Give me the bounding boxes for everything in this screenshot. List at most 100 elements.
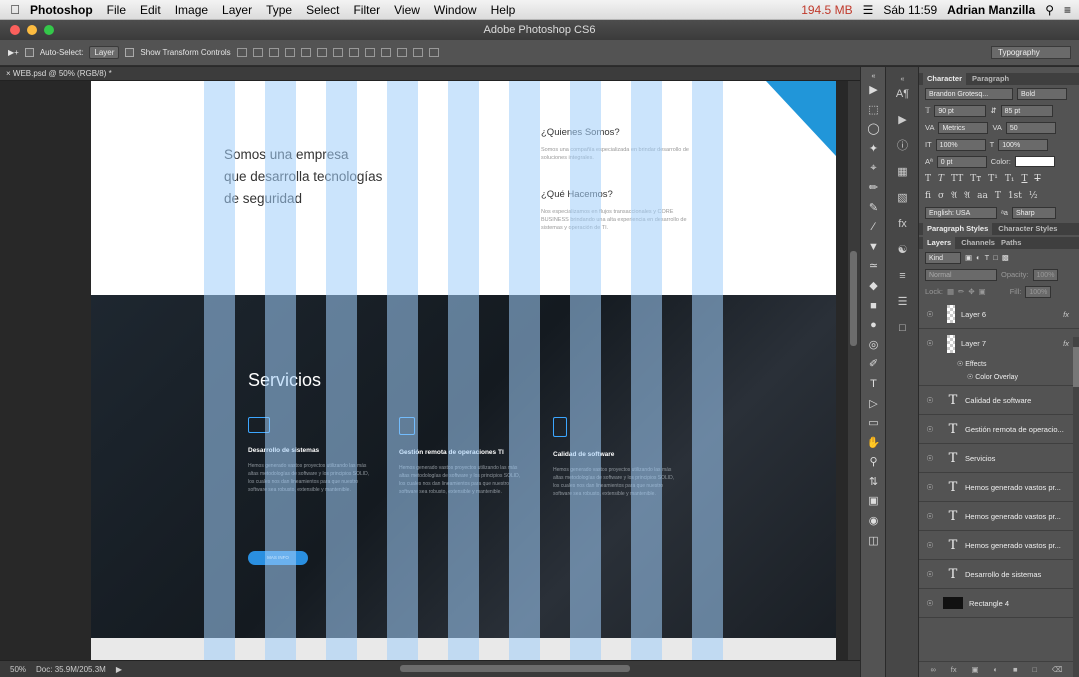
info-icon[interactable]: ⓘ bbox=[886, 133, 919, 159]
zoom-level[interactable]: 50% bbox=[10, 665, 26, 674]
brush-tool-icon[interactable]: ∕ bbox=[861, 218, 886, 238]
fractions-button[interactable]: ½ bbox=[1029, 191, 1038, 201]
kerning-field[interactable]: Metrics bbox=[938, 121, 989, 134]
canvas-area[interactable]: Somos una empresa que desarrolla tecnolo… bbox=[0, 81, 848, 660]
subscript-button[interactable]: T₁ bbox=[1005, 174, 1015, 184]
add-mask-icon[interactable]: ▣ bbox=[972, 665, 979, 674]
lock-transparent-icon[interactable]: ▦ bbox=[947, 287, 954, 296]
align-top-icon[interactable] bbox=[236, 48, 247, 57]
shape-tool-icon[interactable]: ▭ bbox=[861, 414, 886, 434]
sliders-icon[interactable]: ≡ bbox=[886, 263, 919, 289]
blur-tool-icon[interactable]: ● bbox=[861, 316, 886, 336]
eye-icon[interactable]: ☉ bbox=[919, 339, 941, 348]
auto-select-dropdown[interactable]: Layer bbox=[89, 46, 120, 59]
layer-row[interactable]: ☉ Rectangle 4 bbox=[919, 589, 1079, 618]
fx-icon[interactable]: fx bbox=[1063, 339, 1069, 348]
kind-filter-dropdown[interactable]: Kind bbox=[925, 251, 961, 264]
layer-row[interactable]: ☉ T Hemos generado vastos pr... bbox=[919, 473, 1079, 502]
menu-type[interactable]: Type bbox=[266, 3, 292, 17]
distribute-hcenter-icon[interactable] bbox=[396, 48, 407, 57]
distribute-left-icon[interactable] bbox=[380, 48, 391, 57]
eye-icon[interactable]: ☉ bbox=[919, 570, 941, 579]
new-layer-icon[interactable]: □ bbox=[1032, 665, 1037, 674]
show-transform-checkbox[interactable] bbox=[125, 48, 135, 57]
type-tool-icon[interactable]: T bbox=[861, 375, 886, 395]
fx-icon[interactable]: fx bbox=[1063, 310, 1069, 319]
doc-size[interactable]: Doc: 35.9M/205.3M bbox=[36, 665, 106, 674]
play-icon[interactable]: ▶ bbox=[886, 107, 919, 133]
layer-row[interactable]: ☉ T Gestión remota de operacio... bbox=[919, 415, 1079, 444]
quick-mask-icon[interactable]: ◉ bbox=[861, 512, 886, 532]
swash-button[interactable]: 𝔄 bbox=[951, 191, 957, 201]
layer-row[interactable]: ☉ T Hemos generado vastos pr... bbox=[919, 502, 1079, 531]
menu-help[interactable]: Help bbox=[491, 3, 516, 17]
document-tab[interactable]: × WEB.psd @ 50% (RGB/8) * bbox=[0, 67, 860, 81]
zoom-window-button[interactable] bbox=[44, 25, 54, 35]
hand-tool-icon[interactable]: ✋ bbox=[861, 434, 886, 454]
fx-icon[interactable]: fx bbox=[951, 665, 957, 674]
menu-select[interactable]: Select bbox=[306, 3, 339, 17]
shape-filter-icon[interactable]: □ bbox=[993, 253, 998, 262]
pixel-filter-icon[interactable]: ▣ bbox=[965, 253, 972, 262]
stamp-tool-icon[interactable]: ▼ bbox=[861, 238, 886, 258]
faux-bold-button[interactable]: T bbox=[925, 174, 931, 184]
align-bottom-icon[interactable] bbox=[268, 48, 279, 57]
strikethrough-button[interactable]: T bbox=[1034, 174, 1040, 184]
lasso-tool-icon[interactable]: ◯ bbox=[861, 120, 886, 140]
align-right-icon[interactable] bbox=[316, 48, 327, 57]
eye-icon[interactable]: ☉ bbox=[957, 361, 963, 368]
menu-edit[interactable]: Edit bbox=[140, 3, 161, 17]
vertical-scrollbar[interactable] bbox=[848, 81, 860, 660]
horizontal-scrollbar[interactable] bbox=[400, 665, 630, 672]
small-caps-button[interactable]: Tт bbox=[970, 174, 981, 184]
adjustment-layer-icon[interactable]: ◐ bbox=[994, 665, 999, 674]
titling-button[interactable]: T bbox=[995, 191, 1001, 201]
underline-button[interactable]: T bbox=[1021, 174, 1027, 184]
old-style-button[interactable]: σ bbox=[938, 191, 944, 201]
faux-italic-button[interactable]: T bbox=[938, 174, 944, 184]
brush-preset-icon[interactable]: ▧ bbox=[886, 185, 919, 211]
close-window-button[interactable] bbox=[10, 25, 20, 35]
user-name[interactable]: Adrian Manzilla bbox=[947, 3, 1035, 17]
gradient-tool-icon[interactable]: ■ bbox=[861, 297, 886, 317]
auto-select-checkbox[interactable] bbox=[24, 48, 34, 57]
swap-colors-icon[interactable]: ⇅ bbox=[861, 473, 886, 493]
alternates-button[interactable]: 𝔄 bbox=[964, 191, 970, 201]
eye-icon[interactable]: ☉ bbox=[919, 425, 941, 434]
menu-filter[interactable]: Filter bbox=[353, 3, 380, 17]
antialias-dropdown[interactable]: Sharp bbox=[1011, 206, 1056, 219]
lock-paint-icon[interactable]: ✏ bbox=[958, 287, 964, 296]
layer-row[interactable]: ☉ Layer 7 fx bbox=[919, 329, 1079, 358]
dodge-tool-icon[interactable]: ◎ bbox=[861, 336, 886, 356]
menu-window[interactable]: Window bbox=[434, 3, 477, 17]
effects-row[interactable]: ☉ Effects bbox=[919, 358, 1079, 371]
distribute-top-icon[interactable] bbox=[332, 48, 343, 57]
adjustment-filter-icon[interactable]: ◐ bbox=[976, 253, 981, 262]
eye-icon[interactable]: ☉ bbox=[967, 374, 973, 381]
menu-file[interactable]: File bbox=[107, 3, 126, 17]
eye-icon[interactable]: ☉ bbox=[919, 483, 941, 492]
apple-icon[interactable]:  bbox=[0, 2, 30, 17]
move-tool-icon[interactable]: ▶ bbox=[861, 81, 886, 101]
magic-wand-icon[interactable]: ✦ bbox=[861, 140, 886, 160]
color-swatches-icon[interactable]: ▣ bbox=[861, 492, 886, 512]
tab-channels[interactable]: Channels bbox=[961, 237, 995, 249]
menu-image[interactable]: Image bbox=[175, 3, 208, 17]
superscript-button[interactable]: T¹ bbox=[988, 174, 998, 184]
spotlight-icon[interactable]: ⚲ bbox=[1045, 3, 1054, 17]
ordinals-button[interactable]: 1st bbox=[1008, 191, 1022, 201]
leading-field[interactable]: 85 pt bbox=[1000, 104, 1053, 117]
history-brush-icon[interactable]: ≃ bbox=[861, 257, 886, 277]
font-family-dropdown[interactable]: Brandon Grotesq... bbox=[925, 87, 1013, 100]
ligature-button[interactable]: fi bbox=[925, 191, 931, 201]
minimize-window-button[interactable] bbox=[27, 25, 37, 35]
memory-indicator[interactable]: 194.5 MB bbox=[801, 3, 852, 17]
hscale-field[interactable]: 100% bbox=[998, 138, 1049, 151]
fx-icon[interactable]: fx bbox=[886, 211, 919, 237]
eye-icon[interactable]: ☉ bbox=[919, 310, 941, 319]
distribute-bottom-icon[interactable] bbox=[364, 48, 375, 57]
align-hcenter-icon[interactable] bbox=[300, 48, 311, 57]
discretionary-button[interactable]: aa bbox=[977, 191, 988, 201]
tab-paths[interactable]: Paths bbox=[1001, 237, 1021, 249]
lock-all-icon[interactable]: ▣ bbox=[979, 287, 986, 296]
